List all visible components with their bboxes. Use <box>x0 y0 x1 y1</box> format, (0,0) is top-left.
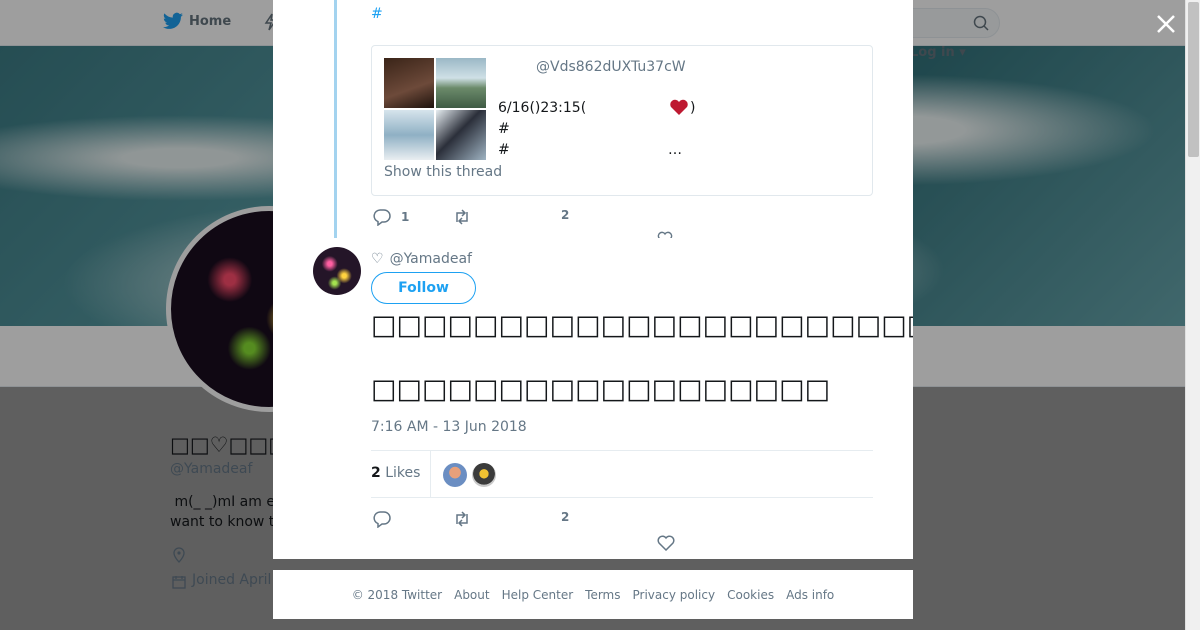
quoted-text-line: 6/16()23:15( <box>498 100 587 116</box>
like-button[interactable]: 2 <box>561 208 569 222</box>
reply-button[interactable]: 1 <box>373 208 409 226</box>
quoted-photo[interactable] <box>436 58 486 108</box>
reply-button[interactable] <box>373 510 401 528</box>
reply-icon <box>373 511 391 528</box>
retweet-button[interactable] <box>453 208 481 226</box>
tweet-stats: 2 Likes <box>371 450 873 498</box>
quoted-media-grid[interactable] <box>384 58 487 161</box>
quoted-text-line-end: ) <box>690 100 696 116</box>
tweet-text-line: □□□□□□□□□□□□□□□□□□ <box>371 374 831 405</box>
quoted-tweet-card[interactable]: @Vds862dUXTu37cW 6/16()23:15( ) # # … Sh… <box>371 45 873 196</box>
liker-avatar[interactable] <box>472 463 496 487</box>
footer-link-help-center[interactable]: Help Center <box>502 588 574 602</box>
show-thread-link[interactable]: Show this thread <box>384 164 502 180</box>
author-avatar[interactable] <box>313 247 361 295</box>
quoted-text-ellipsis: … <box>668 142 682 158</box>
likes-number: 2 <box>371 465 381 481</box>
likes-count[interactable]: 2 Likes <box>371 465 420 481</box>
retweet-icon <box>456 511 468 527</box>
author-handle: @Yamadeaf <box>389 251 472 267</box>
quoted-text-line: # <box>498 121 510 137</box>
footer-link-ads-info[interactable]: Ads info <box>786 588 834 602</box>
tweet-text-line: □□□□□□□□□□□□□□□□□□□□□□□□□ <box>371 310 913 341</box>
quoted-photo[interactable] <box>384 58 434 108</box>
previous-tweet-actions: 1 2 <box>371 208 673 238</box>
footer-link-privacy-policy[interactable]: Privacy policy <box>633 588 716 602</box>
quoted-photo[interactable] <box>384 110 434 160</box>
quoted-text-line: # <box>498 142 510 158</box>
scrollbar-thumb[interactable] <box>1188 2 1199 157</box>
quoted-photo[interactable] <box>436 110 486 160</box>
thread-connector-line <box>334 0 337 238</box>
close-icon[interactable] <box>1155 13 1177 35</box>
liker-avatar[interactable] <box>443 463 467 487</box>
retweet-icon <box>456 209 468 225</box>
footer: © 2018 Twitter About Help Center Terms P… <box>273 570 913 619</box>
retweet-button[interactable] <box>453 510 481 528</box>
author-name: ♡ <box>371 251 384 267</box>
like-button[interactable]: 2 <box>561 510 569 524</box>
like-count: 2 <box>561 510 570 524</box>
tweet-timestamp[interactable]: 7:16 AM - 13 Jun 2018 <box>371 419 527 435</box>
footer-link-cookies[interactable]: Cookies <box>727 588 774 602</box>
like-icon[interactable] <box>657 535 675 551</box>
reply-count: 1 <box>401 210 410 224</box>
hashtag-link[interactable]: # <box>371 6 383 22</box>
footer-link-terms[interactable]: Terms <box>585 588 620 602</box>
scrollbar[interactable] <box>1185 0 1200 630</box>
stats-divider <box>430 451 431 497</box>
like-count: 2 <box>561 208 570 222</box>
author-line[interactable]: ♡ @Yamadeaf <box>371 251 472 267</box>
footer-copyright: © 2018 Twitter <box>351 587 443 602</box>
follow-button[interactable]: Follow <box>371 272 476 304</box>
likes-label: Likes <box>385 465 421 481</box>
quoted-author-handle: @Vds862dUXTu37cW <box>536 59 686 75</box>
tweet-actions: 2 <box>371 510 675 551</box>
like-icon[interactable] <box>657 230 673 238</box>
red-heart-emoji-icon <box>670 99 688 115</box>
tweet-modal: # @Vds862dUXTu37cW 6/16()23:15( ) # # … … <box>273 0 913 559</box>
footer-link-about[interactable]: About <box>454 588 489 602</box>
reply-icon <box>373 209 391 226</box>
